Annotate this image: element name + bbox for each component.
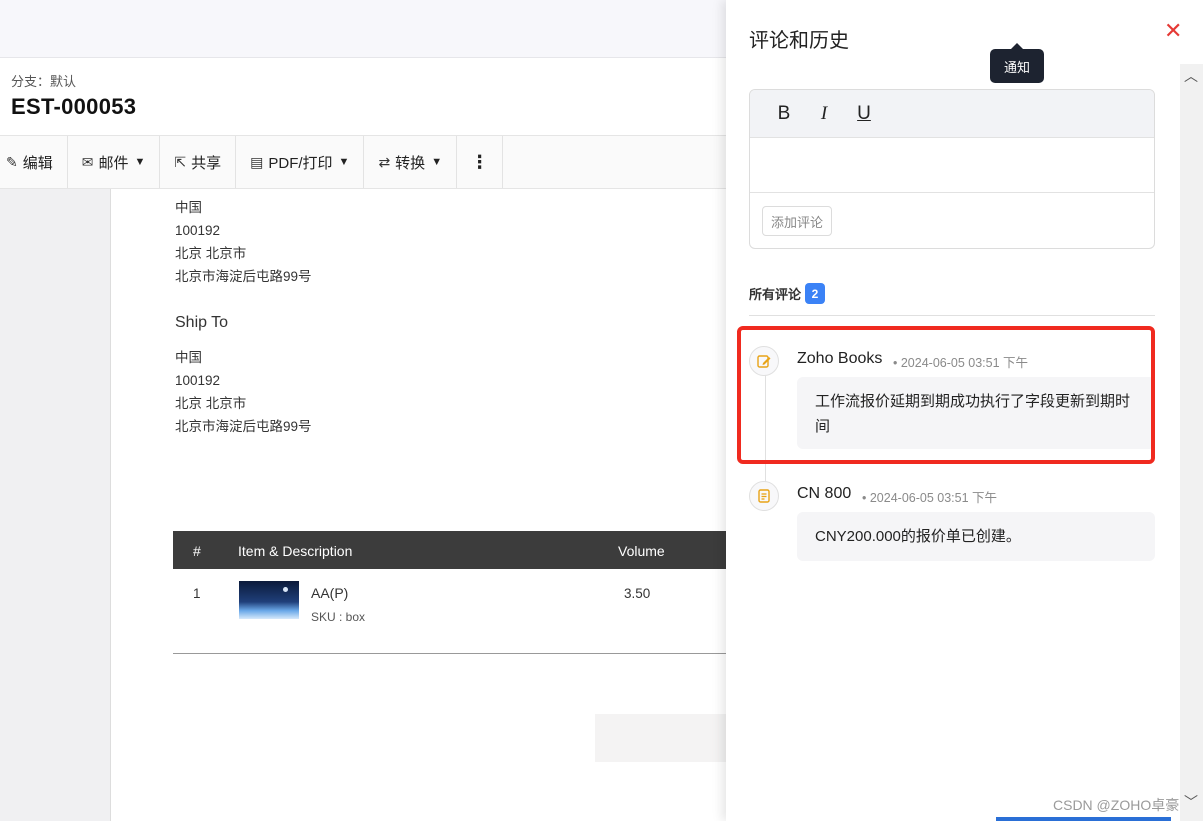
chevron-down-icon: ▼ [431, 156, 443, 168]
items-table-header: # Item & Description Volume [173, 531, 726, 569]
column-header: # [193, 543, 201, 559]
add-comment-button[interactable]: 添加评论 [762, 206, 833, 236]
close-icon[interactable]: ✕ [1164, 18, 1182, 44]
italic-button[interactable]: I [804, 103, 844, 125]
edit-label: 编辑 [22, 154, 53, 172]
scrollbar[interactable] [1180, 64, 1203, 821]
mail-button[interactable]: ✉ 邮件 ▼ [68, 136, 161, 188]
highlight-box [737, 326, 1155, 464]
column-header: Volume [618, 543, 665, 559]
item-thumbnail [239, 581, 299, 619]
pdf-label: PDF/打印 [268, 154, 333, 172]
address-line: 100192 [175, 373, 221, 388]
convert-arrows-icon: ⇄ [378, 153, 391, 170]
more-options-button[interactable]: ⋮ [457, 136, 504, 188]
watermark: CSDN @ZOHO卓豪 [1053, 797, 1180, 813]
address-line: 中国 [175, 350, 202, 365]
chevron-down-icon: ▼ [134, 156, 146, 168]
document-icon [749, 481, 779, 511]
address-line: 北京市海淀后屯路99号 [175, 419, 312, 434]
comment-body: CNY200.000的报价单已创建。 [797, 512, 1155, 561]
all-comments-heading: 所有评论 2 [749, 283, 826, 304]
pencil-icon: ✎ [6, 153, 18, 170]
mail-label: 邮件 [98, 154, 129, 172]
all-comments-label: 所有评论 [749, 287, 802, 302]
bill-address: 中国 100192 北京 北京市 北京市海淀后屯路99号 [175, 196, 312, 288]
comment-author: CN 800 [797, 485, 852, 502]
scroll-down-icon[interactable]: ﹀ [1184, 792, 1198, 812]
section-divider [749, 315, 1155, 316]
comment-editor: B I U 添加评论 [749, 89, 1155, 249]
envelope-icon: ✉ [81, 153, 94, 170]
convert-button[interactable]: ⇄ 转换 ▼ [364, 136, 458, 188]
convert-label: 转换 [395, 154, 426, 172]
comment-timestamp: • 2024-06-05 03:51 下午 [862, 491, 998, 505]
chevron-down-icon: ▼ [338, 156, 350, 168]
ship-to-heading: Ship To [175, 314, 229, 331]
branch-label: 分支：默认 [11, 74, 77, 89]
address-line: 100192 [175, 223, 221, 238]
underline-button[interactable]: U [844, 103, 884, 125]
pdf-print-button[interactable]: ▤ PDF/打印 ▼ [236, 136, 365, 188]
address-line: 北京 北京市 [175, 396, 247, 411]
address-line: 北京市海淀后屯路99号 [175, 269, 312, 284]
comment-input[interactable] [750, 138, 1154, 193]
address-line: 中国 [175, 200, 202, 215]
row-number: 1 [193, 586, 201, 601]
notification-tooltip: 通知 [990, 43, 1044, 83]
scroll-up-icon[interactable]: ︿ [1184, 66, 1198, 86]
share-label: 共享 [191, 154, 222, 172]
column-header: Item & Description [238, 543, 353, 559]
item-volume: 3.50 [624, 586, 651, 601]
edit-button[interactable]: ✎ 编辑 [0, 136, 68, 188]
share-button[interactable]: ⇱ 共享 [160, 136, 237, 188]
address-line: 北京 北京市 [175, 246, 247, 261]
comment-time-value: 2024-06-05 03:51 下午 [869, 491, 998, 505]
item-sku: SKU : box [311, 610, 366, 624]
top-bar [0, 0, 726, 58]
kebab-menu-icon: ⋮ [470, 151, 489, 172]
page-title: EST-000053 [11, 94, 137, 119]
panel-title: 评论和历史 [749, 30, 849, 52]
comment-count-badge: 2 [805, 283, 826, 304]
item-name: AA(P) [311, 585, 349, 601]
bold-button[interactable]: B [764, 103, 804, 125]
progress-bar [996, 817, 1171, 821]
ship-address: 中国 100192 北京 北京市 北京市海淀后屯路99号 [175, 346, 312, 438]
pdf-icon: ▤ [250, 153, 264, 170]
share-icon: ⇱ [174, 153, 187, 170]
totals-box [595, 714, 726, 762]
action-toolbar: ✎ 编辑 ✉ 邮件 ▼ ⇱ 共享 ▤ PDF/打印 ▼ ⇄ 转换 ▼ ⋮ [0, 135, 726, 189]
table-divider [173, 653, 726, 654]
editor-toolbar: B I U [750, 90, 1154, 138]
